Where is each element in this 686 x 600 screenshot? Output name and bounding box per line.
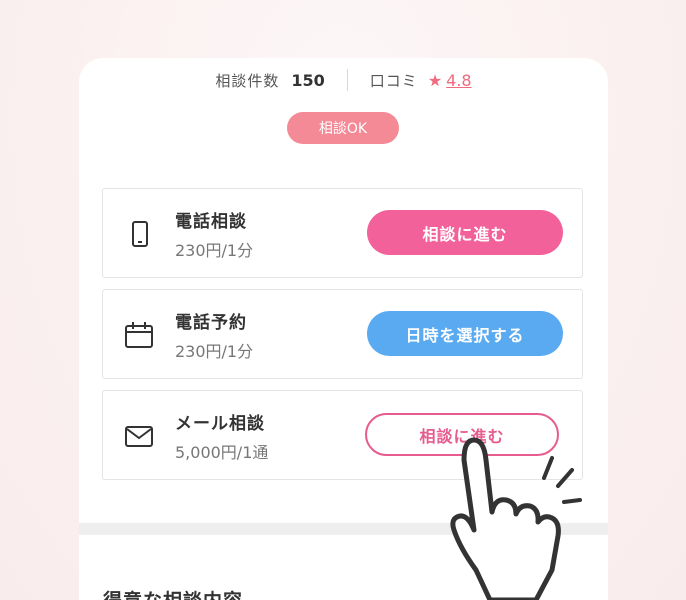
option-phone-consultation: 電話相談 230円/1分 相談に進む	[102, 188, 583, 278]
option-phone-reservation: 電話予約 230円/1分 日時を選択する	[102, 289, 583, 379]
stats-row: 相談件数 150 口コミ ★ 4.8	[79, 66, 608, 94]
option-price: 230円/1分	[175, 241, 254, 260]
consultation-count-label: 相談件数	[215, 71, 280, 90]
stats-divider	[346, 69, 348, 91]
pointing-hand-icon	[450, 437, 582, 600]
section-title: 得意な相談内容	[103, 586, 243, 600]
consultation-count-value: 150	[291, 70, 325, 90]
select-datetime-button[interactable]: 日時を選択する	[367, 311, 563, 356]
option-price: 5,000円/1通	[175, 443, 269, 462]
option-title: 電話予約	[175, 313, 247, 333]
option-title: メール相談	[175, 414, 265, 434]
review-label: 口コミ	[369, 71, 418, 90]
mail-icon	[125, 426, 153, 447]
option-title: 電話相談	[175, 212, 247, 232]
calendar-icon	[125, 322, 153, 348]
proceed-consultation-button[interactable]: 相談に進む	[367, 210, 563, 255]
option-price: 230円/1分	[175, 342, 254, 361]
rating-link[interactable]: 4.8	[446, 71, 471, 90]
status-badge: 相談OK	[287, 112, 399, 144]
phone-icon	[132, 221, 148, 247]
star-icon: ★	[427, 70, 443, 90]
